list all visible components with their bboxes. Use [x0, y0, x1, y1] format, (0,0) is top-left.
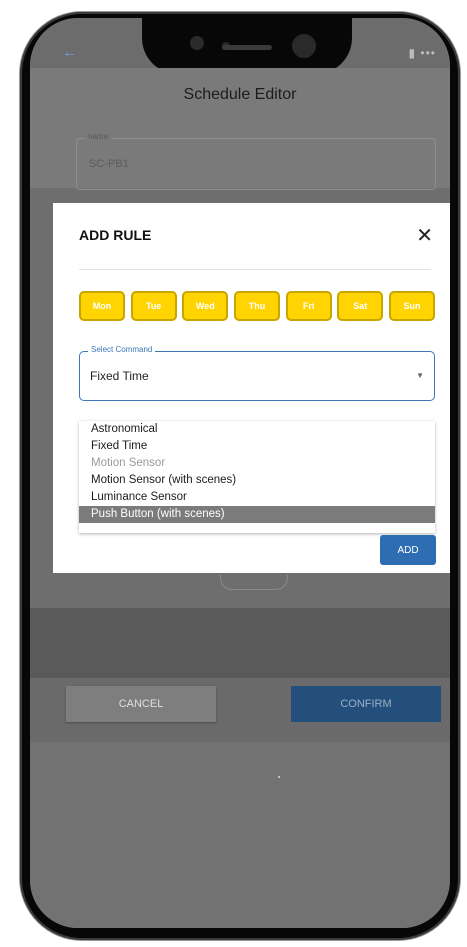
page-title: Schedule Editor [183, 86, 297, 103]
dialog-title: ADD RULE [79, 227, 152, 243]
back-arrow-icon[interactable]: ← [62, 44, 78, 62]
app-screen: ← ▮ ••• Schedule Editor name SC-PB1 CANC… [30, 18, 450, 928]
command-select-label: Select Command [88, 345, 156, 354]
name-field[interactable]: name SC-PB1 [76, 132, 436, 190]
add-rule-dialog: ADD RULE ✕ Mon Tue Wed Thu Fri Sat Sun S… [53, 203, 450, 573]
command-select[interactable]: Select Command Fixed Time ▼ [79, 345, 435, 401]
background-pill-button [220, 575, 288, 590]
name-field-value: SC-PB1 [89, 158, 129, 170]
sensor-icon [190, 36, 204, 50]
status-icons: ▮ ••• [408, 46, 436, 60]
close-icon[interactable]: ✕ [416, 223, 433, 248]
add-button[interactable]: ADD [380, 535, 436, 565]
option-push-button-scenes[interactable]: Push Button (with scenes) [79, 506, 435, 523]
day-toggle-sat[interactable]: Sat [337, 291, 384, 321]
caret-down-icon[interactable]: ▼ [416, 371, 424, 380]
command-dropdown-menu: Astronomical Fixed Time Motion Sensor Mo… [79, 421, 435, 533]
speaker-icon [222, 45, 272, 50]
device-notch [142, 18, 352, 74]
empty-area [30, 742, 450, 928]
day-toggle-sun[interactable]: Sun [388, 291, 435, 321]
option-motion-sensor: Motion Sensor [91, 457, 166, 469]
day-selector: Mon Tue Wed Thu Fri Sat Sun [79, 291, 435, 321]
option-astronomical[interactable]: Astronomical [79, 421, 435, 438]
confirm-button[interactable]: CONFIRM [291, 686, 441, 722]
day-toggle-tue[interactable]: Tue [130, 291, 177, 321]
option-fixed-time[interactable]: Fixed Time [79, 438, 435, 455]
command-select-value: Fixed Time [90, 369, 149, 383]
background-band [30, 608, 450, 678]
cancel-button[interactable]: CANCEL [66, 686, 216, 722]
day-toggle-wed[interactable]: Wed [182, 291, 229, 321]
day-toggle-mon[interactable]: Mon [79, 291, 125, 321]
option-luminance-sensor[interactable]: Luminance Sensor [79, 489, 435, 506]
day-toggle-thu[interactable]: Thu [233, 291, 280, 321]
dialog-divider [79, 269, 431, 270]
option-motion-sensor-scenes[interactable]: Motion Sensor (with scenes) [79, 472, 435, 489]
camera-icon [292, 34, 316, 58]
day-toggle-fri[interactable]: Fri [285, 291, 332, 321]
dot-mark [278, 776, 280, 778]
name-field-label: name [85, 132, 112, 141]
